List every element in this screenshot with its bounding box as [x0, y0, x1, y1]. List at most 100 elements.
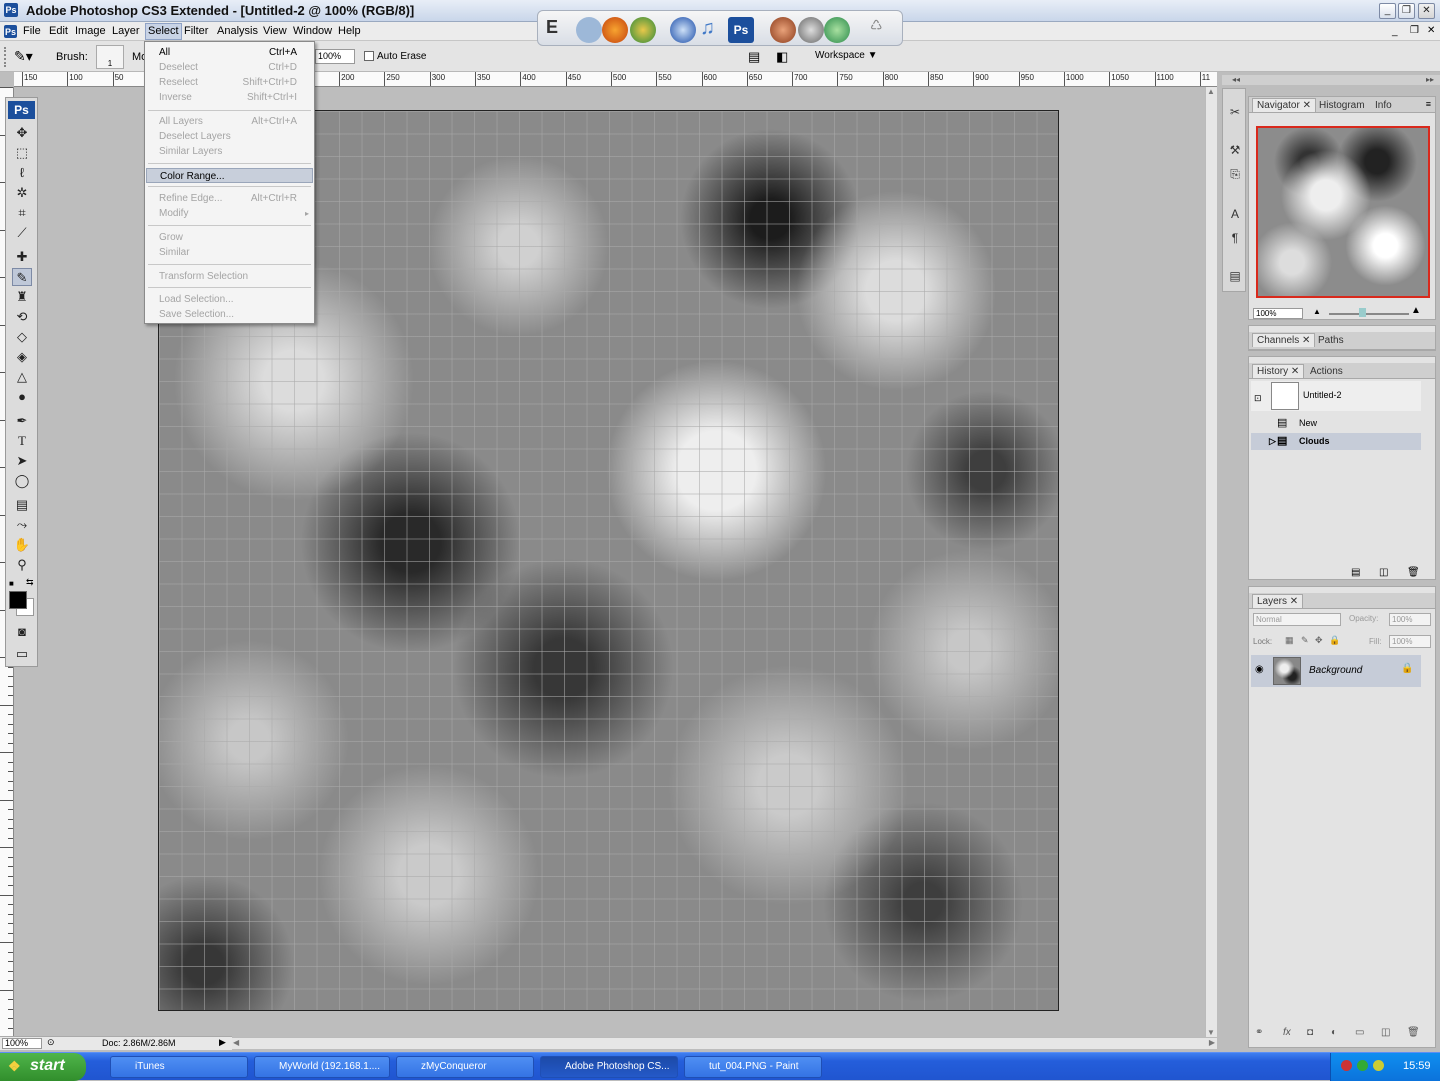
zoom-tool-icon[interactable]: ⚲: [12, 556, 32, 574]
task-photoshop[interactable]: Adobe Photoshop CS...: [540, 1056, 678, 1078]
menu-view[interactable]: View: [263, 25, 287, 37]
history-state-clouds[interactable]: ▷ ▤ Clouds: [1251, 433, 1421, 450]
globe-icon[interactable]: [630, 17, 656, 43]
select-menu-item[interactable]: Modify ▸: [146, 206, 313, 221]
delete-state-icon[interactable]: 🗑: [1407, 567, 1420, 578]
select-menu-item[interactable]: Save Selection...: [146, 307, 313, 322]
tools-preset-icon[interactable]: ✂: [1226, 103, 1244, 121]
tray-icon-1[interactable]: [1341, 1060, 1352, 1071]
healing-brush-icon[interactable]: ✚: [12, 248, 32, 266]
pen-tool-icon[interactable]: ✒: [12, 412, 32, 430]
navigator-thumbnail[interactable]: [1256, 126, 1430, 298]
swap-colors-icon[interactable]: ⇆: [26, 577, 34, 588]
new-layer-icon[interactable]: ◫: [1381, 1027, 1390, 1038]
slice-tool-icon[interactable]: ⟋: [12, 224, 32, 242]
paragraph-icon[interactable]: ¶: [1226, 229, 1244, 247]
civ-icon[interactable]: [770, 17, 796, 43]
navigator-zoom-field[interactable]: 100%: [1253, 308, 1303, 319]
history-snapshot-row[interactable]: ⊡ Untitled-2: [1251, 381, 1421, 411]
blend-mode-select[interactable]: Normal: [1253, 613, 1341, 626]
type-tool-icon[interactable]: T: [12, 432, 32, 450]
select-menu-item[interactable]: Similar: [146, 245, 313, 260]
select-menu-item[interactable]: Color Range...: [146, 168, 313, 183]
new-document-from-state-icon[interactable]: ▤: [1351, 567, 1360, 578]
blur-tool-icon[interactable]: △: [12, 368, 32, 386]
menu-select[interactable]: Select: [145, 23, 182, 40]
menu-help[interactable]: Help: [338, 25, 361, 37]
select-menu-item[interactable]: Reselect Shift+Ctrl+D: [146, 75, 313, 90]
select-menu-item[interactable]: Deselect Layers: [146, 129, 313, 144]
panel-menu-icon[interactable]: ≡: [1426, 99, 1431, 109]
notes-tool-icon[interactable]: ▤: [12, 496, 32, 514]
horizontal-scrollbar[interactable]: ◀ ▶: [232, 1037, 1217, 1049]
zoom-slider[interactable]: [1329, 313, 1409, 315]
task-zmyconqueror[interactable]: zMyConqueror: [396, 1056, 534, 1078]
eyedropper-icon[interactable]: ⤳: [12, 516, 32, 534]
layer-fill-field[interactable]: 100%: [1389, 635, 1431, 648]
vertical-scrollbar[interactable]: ▲ ▼: [1205, 87, 1217, 1037]
photoshop-launch-icon[interactable]: Ps: [728, 17, 754, 43]
select-menu-item[interactable]: Grow: [146, 230, 313, 245]
dock-header[interactable]: ◂◂ ▸▸: [1222, 75, 1440, 85]
sims-icon[interactable]: [824, 17, 850, 43]
palette-well-icon[interactable]: ◧: [776, 49, 788, 65]
select-menu-item[interactable]: All Layers Alt+Ctrl+A: [146, 114, 313, 129]
lasso-tool-icon[interactable]: ℓ: [12, 164, 32, 182]
link-layers-icon[interactable]: ⚭: [1255, 1027, 1263, 1038]
history-brush-icon[interactable]: ⟲: [12, 308, 32, 326]
opacity-field[interactable]: 100%: [315, 49, 355, 64]
add-mask-icon[interactable]: ◘: [1307, 1027, 1313, 1038]
ellipse-tool-icon[interactable]: ◯: [12, 472, 32, 490]
history-pointer-icon[interactable]: ▷: [1269, 433, 1276, 450]
tray-icon-3[interactable]: [1373, 1060, 1384, 1071]
menu-analysis[interactable]: Analysis: [217, 25, 258, 37]
doc-minimize-button[interactable]: _: [1392, 26, 1398, 37]
screen-mode-icon[interactable]: ▭: [12, 645, 32, 663]
select-menu-item[interactable]: Load Selection...: [146, 292, 313, 307]
layer-visibility-eye-icon[interactable]: ◉: [1255, 664, 1264, 675]
minimize-button[interactable]: _: [1379, 3, 1396, 19]
layer-style-icon[interactable]: fx: [1283, 1027, 1291, 1038]
firefox-icon[interactable]: [602, 17, 628, 43]
magic-wand-icon[interactable]: ✲: [12, 184, 32, 202]
lock-all-icon[interactable]: 🔒: [1329, 635, 1340, 646]
network-icon[interactable]: [576, 17, 602, 43]
clone-source-icon[interactable]: ⎘: [1226, 165, 1244, 183]
file-browser-icon[interactable]: ▤: [748, 49, 760, 65]
quick-mask-icon[interactable]: ◙: [12, 623, 32, 641]
options-grip[interactable]: [4, 47, 8, 67]
status-menu-arrow-icon[interactable]: ▶: [219, 1037, 226, 1048]
lock-position-icon[interactable]: ✥: [1315, 635, 1323, 646]
paint-bucket-icon[interactable]: ◈: [12, 348, 32, 366]
select-menu-item[interactable]: Refine Edge... Alt+Ctrl+R: [146, 191, 313, 206]
snapshot-brush-icon[interactable]: ⊡: [1254, 390, 1262, 407]
workspace-menu[interactable]: Workspace ▼: [815, 50, 878, 61]
auto-erase-checkbox[interactable]: [364, 51, 374, 61]
path-selection-icon[interactable]: ➤: [12, 452, 32, 470]
pencil-tool-preset-icon[interactable]: ✎▾: [14, 48, 33, 65]
close-button[interactable]: ✕: [1418, 3, 1435, 19]
scroll-up-arrow-icon[interactable]: ▲: [1207, 87, 1215, 96]
scroll-right-arrow-icon[interactable]: ▶: [1209, 1038, 1215, 1047]
select-menu-item[interactable]: Transform Selection: [146, 269, 313, 284]
brushes-icon[interactable]: ⚒: [1226, 141, 1244, 159]
zoom-slider-thumb[interactable]: [1359, 308, 1366, 317]
doc-close-button[interactable]: ✕: [1427, 25, 1435, 36]
scroll-left-arrow-icon[interactable]: ◀: [233, 1038, 239, 1047]
tab-info[interactable]: Info: [1371, 99, 1396, 113]
select-menu-item[interactable]: Deselect Ctrl+D: [146, 60, 313, 75]
game-icon[interactable]: [798, 17, 824, 43]
tab-navigator[interactable]: Navigator ✕: [1252, 98, 1316, 112]
select-menu-item[interactable]: Inverse Shift+Ctrl+I: [146, 90, 313, 105]
task-myworld[interactable]: MyWorld (192.168.1....: [254, 1056, 390, 1078]
task-paint[interactable]: tut_004.PNG - Paint: [684, 1056, 822, 1078]
tray-icon-2[interactable]: [1357, 1060, 1368, 1071]
start-button[interactable]: ❖ start: [0, 1053, 86, 1081]
lock-image-icon[interactable]: ✎: [1301, 635, 1309, 646]
menu-window[interactable]: Window: [293, 25, 332, 37]
tab-layers[interactable]: Layers ✕: [1252, 594, 1304, 608]
foreground-color-swatch[interactable]: [9, 591, 27, 609]
recycle-icon[interactable]: ♺: [870, 17, 896, 43]
menu-layer[interactable]: Layer: [112, 25, 140, 37]
dodge-tool-icon[interactable]: ●: [12, 388, 32, 406]
